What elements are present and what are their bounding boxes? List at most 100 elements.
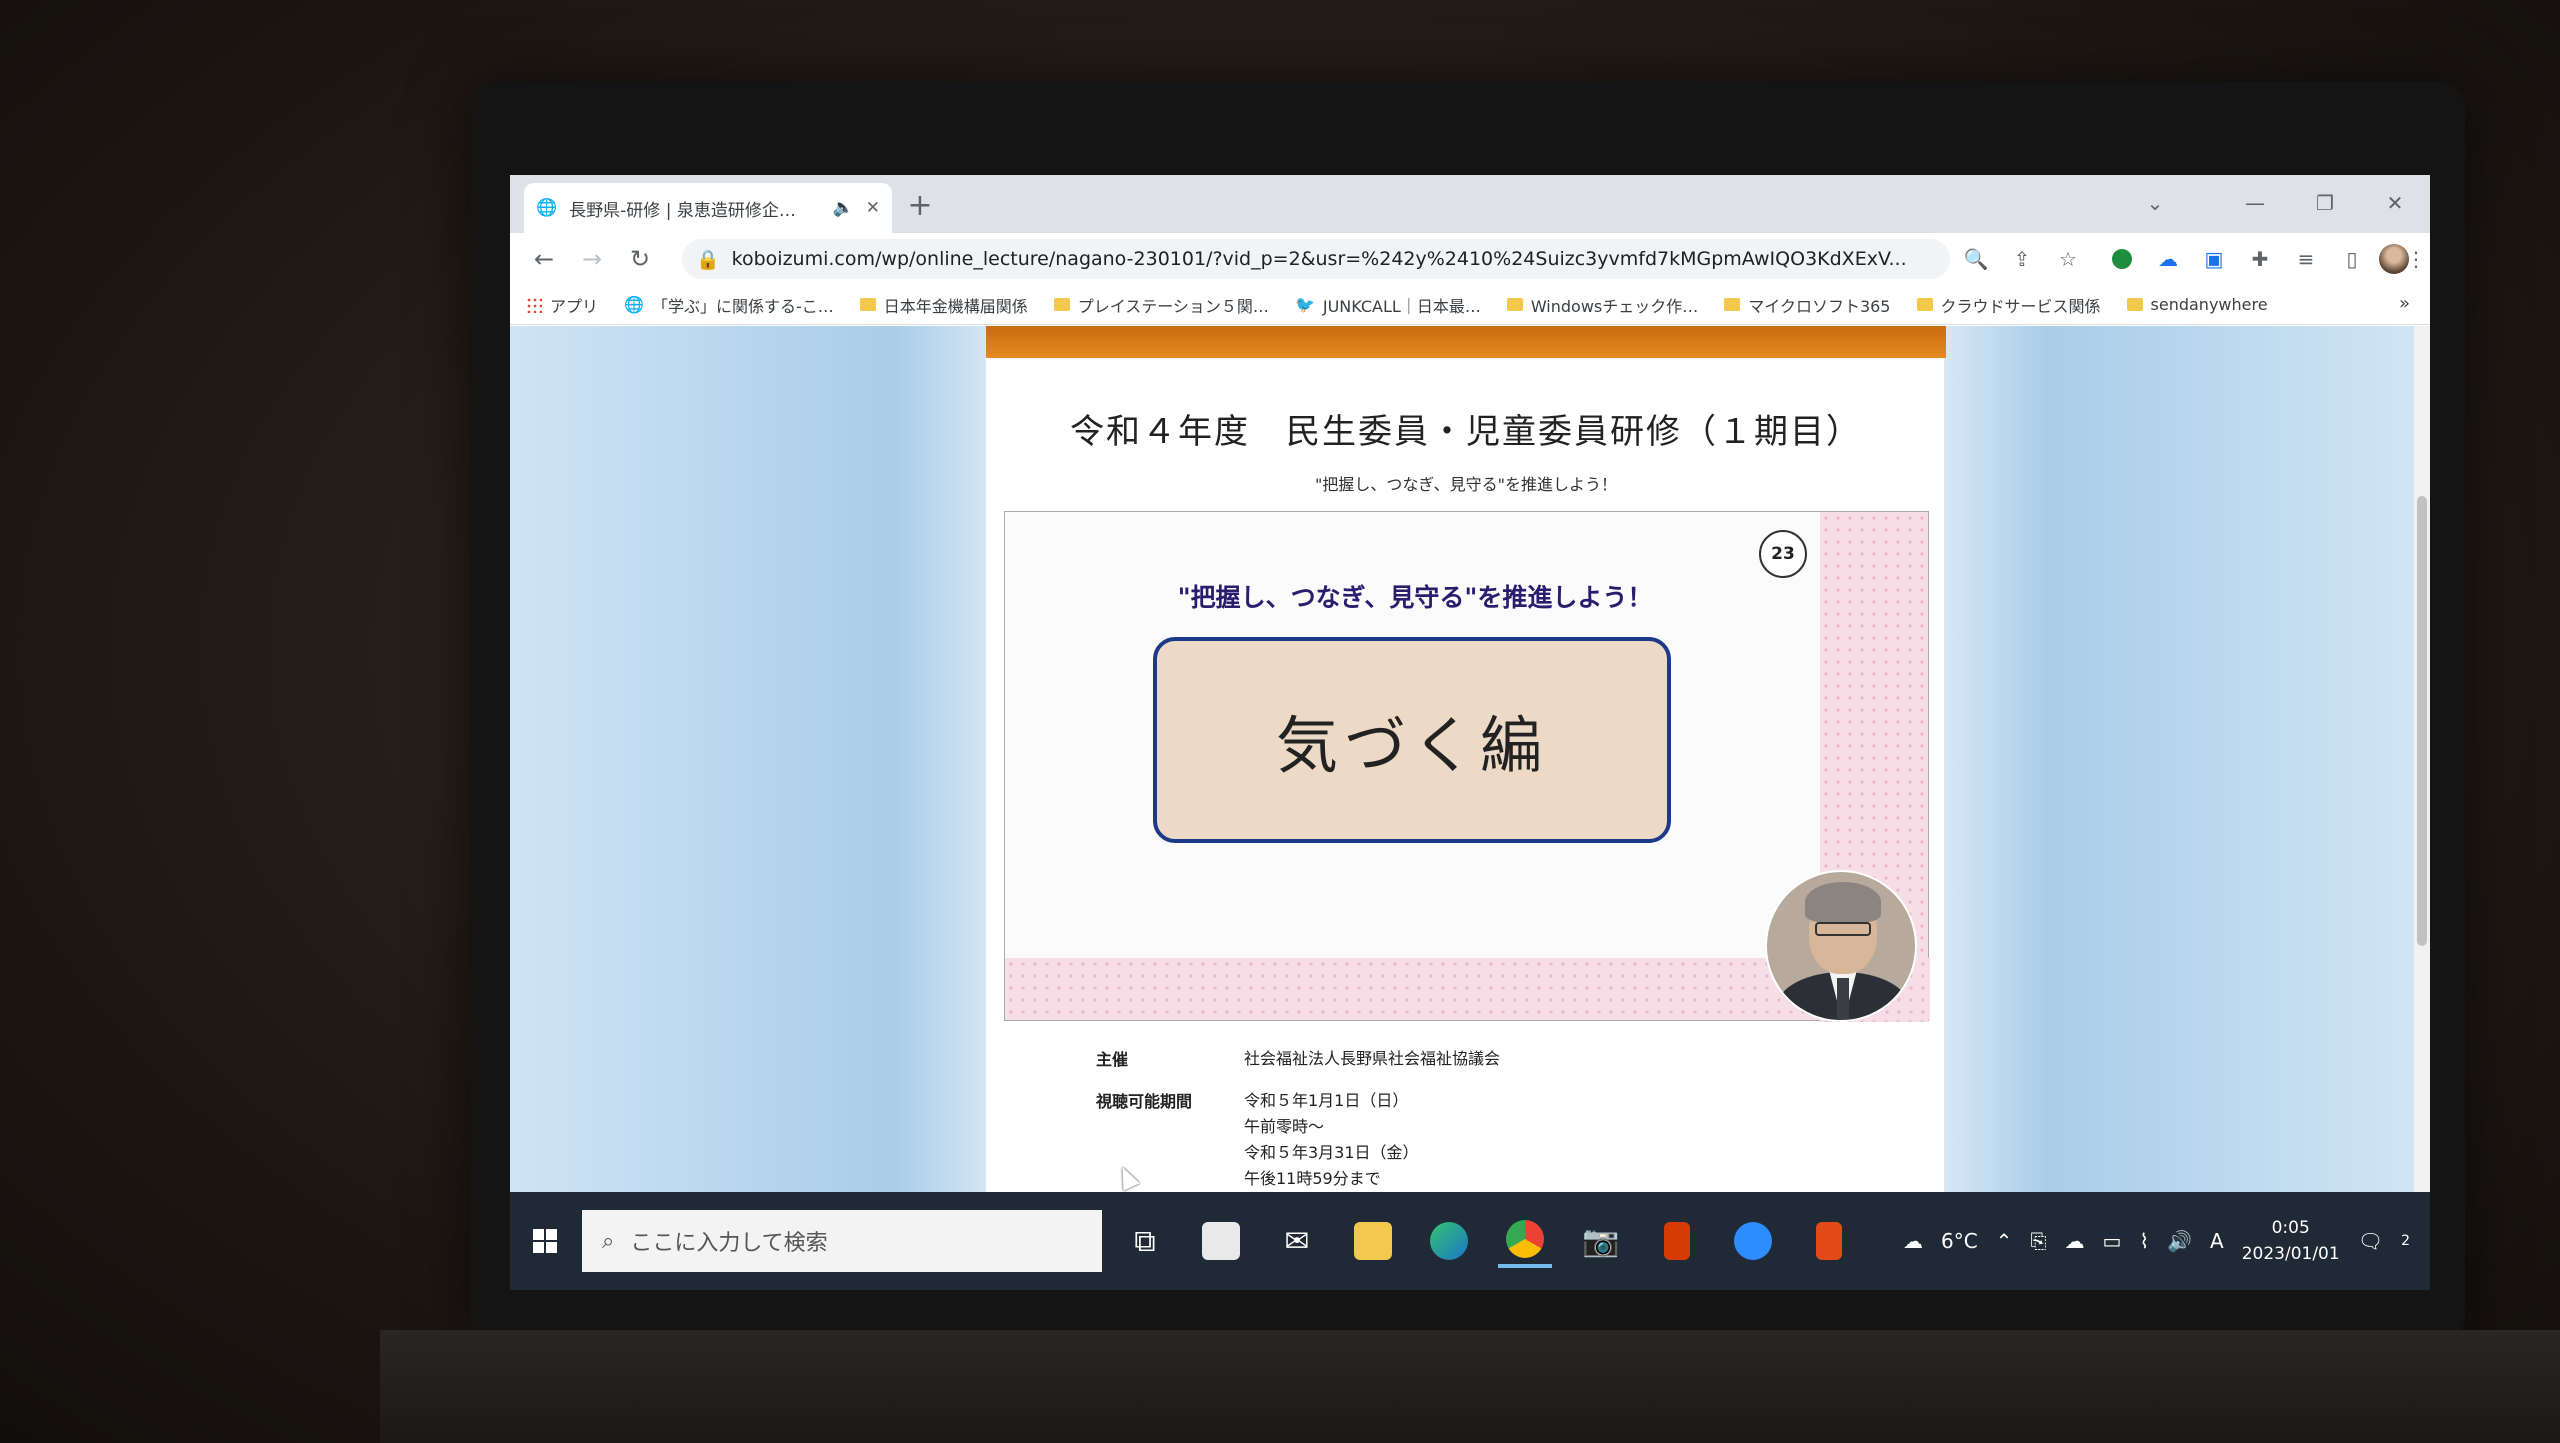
browser-tab-active[interactable]: 🌐 長野県-研修 | 泉恵造研修企… 🔈 ✕ <box>524 183 892 233</box>
period-line: 午後11時59分まで <box>1244 1169 1381 1188</box>
bookmark-cloud-service[interactable]: クラウドサービス関係 <box>1916 293 2101 317</box>
lecture-title: 令和４年度 民生委員・児童委員研修（１期目） <box>1070 412 1862 452</box>
bookmark-manabu[interactable]: 🌐 「学ぶ」に関係する-こ… <box>624 293 834 317</box>
bookmark-nenkin[interactable]: 日本年金機構届関係 <box>859 293 1028 317</box>
onedrive-icon[interactable]: ☁ <box>2064 1229 2084 1253</box>
apps-icon <box>526 296 542 313</box>
show-hidden-icons-icon[interactable]: ⌃ <box>1996 1229 2013 1253</box>
edge-icon[interactable] <box>1422 1214 1476 1268</box>
slide-number-badge: 23 <box>1759 530 1807 578</box>
share-icon[interactable]: ⇪ <box>2006 243 2038 275</box>
menu-kebab-icon[interactable]: ⋮ <box>2400 243 2430 275</box>
address-bar[interactable]: 🔒 koboizumi.com/wp/online_lecture/nagano… <box>682 239 1950 279</box>
organizer-value: 社会福祉法人長野県社会福祉協議会 <box>1244 1049 1501 1068</box>
ime-indicator[interactable]: A <box>2210 1229 2224 1253</box>
slide-title-box: 気づく編 <box>1153 637 1671 843</box>
media-control-icon[interactable]: ≡ <box>2290 243 2322 275</box>
browser-toolbar: ← → ↻ 🔒 koboizumi.com/wp/online_lecture/… <box>510 233 2430 285</box>
new-tab-button[interactable]: + <box>902 187 938 223</box>
meet-now-icon[interactable]: ⎘ <box>2030 1229 2046 1253</box>
speaker-icon[interactable]: 🔈 <box>833 198 854 218</box>
video-player[interactable]: 23 "把握し、つなぎ、見守る"を推進しよう！ 気づく編 <box>1004 511 1930 1022</box>
url-text: koboizumi.com/wp/online_lecture/nagano-2… <box>731 248 1907 270</box>
lecture-subtitle: "把握し、つなぎ、見守る"を推進しよう！ <box>1315 475 1617 494</box>
web-page: 令和４年度 民生委員・児童委員研修（１期目） "把握し、つなぎ、見守る"を推進し… <box>510 326 2430 1192</box>
tab-title: 長野県-研修 | 泉恵造研修企… <box>569 200 796 221</box>
weather-temp[interactable]: 6°C <box>1941 1229 1978 1253</box>
task-view-icon[interactable]: ⧉ <box>1118 1214 1172 1268</box>
reload-button[interactable]: ↻ <box>622 241 658 277</box>
tab-strip: 🌐 長野県-研修 | 泉恵造研修企… 🔈 ✕ + ⌄ — ❐ ✕ <box>510 175 2430 233</box>
restore-button[interactable]: ❐ <box>2300 185 2350 221</box>
file-explorer-icon[interactable] <box>1346 1214 1400 1268</box>
period-line: 令和５年3月31日（金） <box>1244 1143 1419 1162</box>
folder-icon <box>1053 298 1070 311</box>
folder-icon <box>1506 298 1523 311</box>
wifi-icon[interactable]: ⌇ <box>2139 1229 2149 1253</box>
minimize-button[interactable]: — <box>2230 185 2280 221</box>
notification-count: 2 <box>2401 1233 2410 1249</box>
folder-icon <box>859 298 876 311</box>
globe-icon: 🌐 <box>624 295 644 314</box>
laptop-screen: 🌐 長野県-研修 | 泉恵造研修企… 🔈 ✕ + ⌄ — ❐ ✕ ← → ↻ 🔒… <box>510 175 2430 1290</box>
start-button[interactable] <box>510 1192 580 1290</box>
back-button[interactable]: ← <box>526 241 562 277</box>
chrome-icon[interactable] <box>1498 1214 1552 1268</box>
bookmark-star-icon[interactable]: ☆ <box>2052 243 2084 275</box>
office-app-icon[interactable] <box>1802 1214 1856 1268</box>
folder-icon <box>2126 298 2143 311</box>
page-scrollbar[interactable] <box>2414 326 2430 1192</box>
slide-caption: "把握し、つなぎ、見守る"を推進しよう！ <box>1177 583 1653 612</box>
extension-green-icon[interactable] <box>2106 243 2138 275</box>
search-icon: ⌕ <box>602 1228 615 1254</box>
header-bar <box>986 326 1946 358</box>
windows-logo-icon <box>533 1229 557 1253</box>
battery-icon[interactable]: ▭ <box>2102 1229 2121 1253</box>
notification-center-icon[interactable]: 🗨 <box>2358 1229 2383 1253</box>
folder-icon <box>1916 298 1933 311</box>
clock-date: 2023/01/01 <box>2241 1244 2340 1264</box>
lecture-content: 令和４年度 民生委員・児童委員研修（１期目） "把握し、つなぎ、見守る"を推進し… <box>985 326 1946 1192</box>
forward-button[interactable]: → <box>574 241 610 277</box>
bookmarks-overflow-button[interactable]: » <box>2399 293 2410 314</box>
lecture-info: 主催 社会福祉法人長野県社会福祉協議会 視聴可能期間 令和５年1月1日（日） 午… <box>1096 1046 1796 1208</box>
system-tray: ☁ 6°C ⌃ ⎘ ☁ ▭ ⌇ 🔊 A 0:05 2023/01/01 🗨 2 <box>1903 1192 2410 1290</box>
bookmark-sendanywhere[interactable]: sendanywhere <box>2126 295 2268 314</box>
close-tab-icon[interactable]: ✕ <box>866 198 880 218</box>
presenter-video-thumbnail <box>1765 870 1917 1022</box>
zoom-app-icon[interactable] <box>1726 1214 1780 1268</box>
zoom-icon[interactable]: 🔍 <box>1960 243 1992 275</box>
side-panel-icon[interactable]: ▯ <box>2336 243 2368 275</box>
camera-icon[interactable]: 📷 <box>1574 1214 1628 1268</box>
taskbar-search-box[interactable]: ⌕ ここに入力して検索 <box>582 1210 1102 1272</box>
volume-icon[interactable]: 🔊 <box>2167 1229 2192 1253</box>
bookmark-playstation[interactable]: プレイステーション５関… <box>1053 293 1269 317</box>
store-icon[interactable] <box>1194 1214 1248 1268</box>
lock-icon: 🔒 <box>696 248 720 271</box>
office-icon[interactable] <box>1650 1214 1704 1268</box>
folder-icon <box>1724 298 1741 311</box>
bookmarks-bar: アプリ 🌐 「学ぶ」に関係する-こ… 日本年金機構届関係 プレイステーション５関… <box>510 285 2430 325</box>
period-line: 午前零時～ <box>1244 1117 1325 1136</box>
bookmark-microsoft365[interactable]: マイクロソフト365 <box>1724 293 1891 317</box>
close-window-button[interactable]: ✕ <box>2370 185 2420 221</box>
mail-icon[interactable]: ✉ <box>1270 1214 1324 1268</box>
organizer-label: 主催 <box>1096 1050 1129 1069</box>
onedrive-extension-icon[interactable]: ☁ <box>2152 243 2184 275</box>
bookmark-junkcall[interactable]: 🐦 JUNKCALL｜日本最… <box>1295 293 1481 317</box>
bookmark-windows-check[interactable]: Windowsチェック作… <box>1506 293 1698 317</box>
taskbar-clock[interactable]: 0:05 2023/01/01 <box>2242 1215 2340 1267</box>
weather-icon[interactable]: ☁ <box>1903 1229 1923 1253</box>
laptop-keyboard-edge <box>380 1330 2560 1443</box>
scrollbar-thumb[interactable] <box>2417 496 2427 946</box>
bookmark-apps[interactable]: アプリ <box>526 293 598 317</box>
globe-icon: 🌐 <box>536 198 558 218</box>
search-placeholder: ここに入力して検索 <box>630 1231 828 1256</box>
translate-extension-icon[interactable]: ▣ <box>2198 243 2230 275</box>
clock-time: 0:05 <box>2271 1218 2310 1238</box>
period-line: 令和５年1月1日（日） <box>1244 1091 1409 1110</box>
tab-search-chevron-icon[interactable]: ⌄ <box>2130 185 2180 221</box>
extensions-puzzle-icon[interactable]: ✚ <box>2244 243 2276 275</box>
bird-icon: 🐦 <box>1294 295 1315 314</box>
windows-taskbar: ⌕ ここに入力して検索 ⧉ ✉ 📷 ☁ 6°C ⌃ ⎘ ☁ ▭ ⌇ 🔊 A 0:… <box>510 1192 2430 1290</box>
